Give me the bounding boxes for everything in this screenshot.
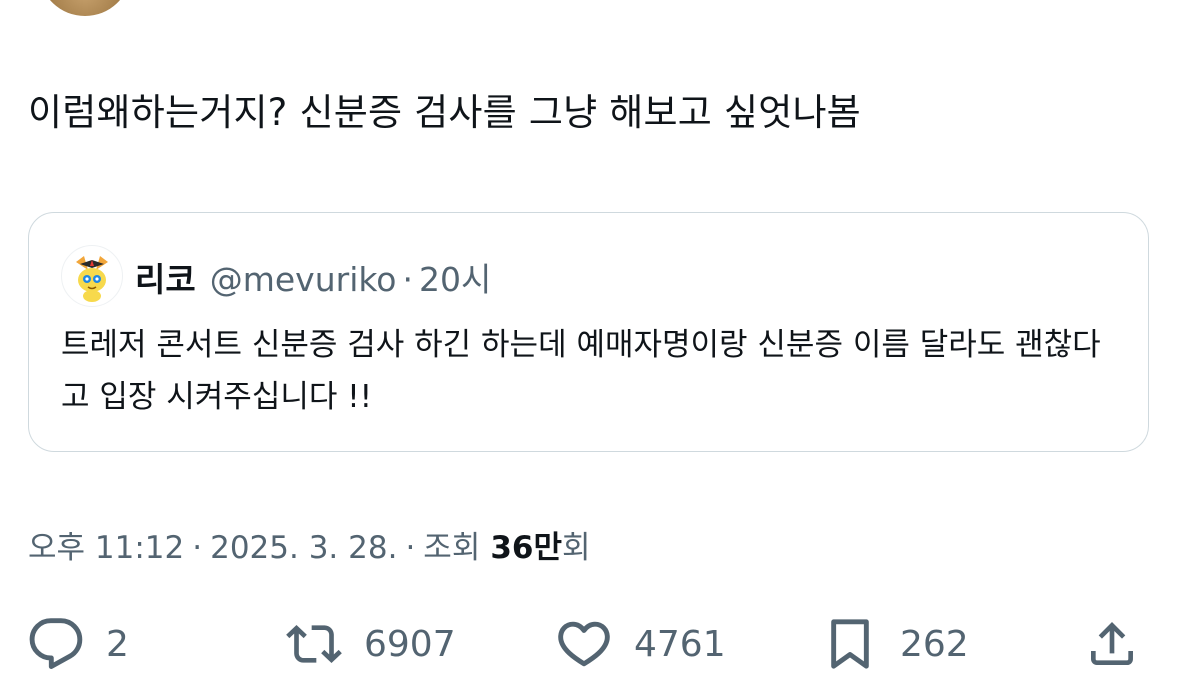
views-count: 36만 [490,530,563,566]
quote-time[interactable]: 20시 [419,253,491,301]
reply-icon [29,618,83,669]
bookmark-count: 262 [900,623,969,665]
tweet-meta: 오후 11:12 · 2025. 3. 28. · 조회 36만 회 [28,522,591,567]
tweet-time[interactable]: 오후 11:12 [28,522,184,567]
quote-header: 리코 @mevuriko · 20시 [135,253,491,301]
bookmark-button[interactable]: 262 [822,612,969,676]
like-count: 4761 [634,623,726,665]
quote-avatar[interactable] [61,245,123,307]
meta-separator: · [405,530,416,566]
quote-author-handle[interactable]: @mevuriko [210,260,397,299]
like-button[interactable]: 4761 [556,612,726,676]
author-avatar[interactable] [40,0,130,16]
quote-author-name[interactable]: 리코 [135,253,196,301]
quote-body-text: 트레저 콘서트 신분증 검사 하긴 하는데 예매자명이랑 신분증 이름 달라도 … [61,327,1101,415]
heart-icon [558,621,610,667]
retweet-count: 6907 [364,623,456,665]
meta-separator: · [192,530,203,566]
share-button[interactable] [1084,612,1140,676]
bookmark-icon [831,619,869,669]
quote-dot: · [402,260,414,299]
tweet-date[interactable]: 2025. 3. 28. [210,530,397,566]
views-suffix: 회 [562,530,591,566]
reply-button[interactable]: 2 [28,612,129,676]
reply-count: 2 [106,623,129,665]
action-bar: 2 6907 4761 262 [0,612,1179,676]
retweet-button[interactable]: 6907 [286,612,456,676]
share-icon [1091,622,1133,665]
tweet-text: 이럼왜하는거지? 신분증 검사를 그냥 해보고 싶엇나봄 [28,91,861,134]
avatar-icon [76,256,108,302]
retweet-icon [286,625,342,663]
quoted-tweet-card[interactable]: 리코 @mevuriko · 20시 트레저 콘서트 신분증 검사 하긴 하는데… [28,212,1149,452]
views-label: 조회 [423,530,481,566]
